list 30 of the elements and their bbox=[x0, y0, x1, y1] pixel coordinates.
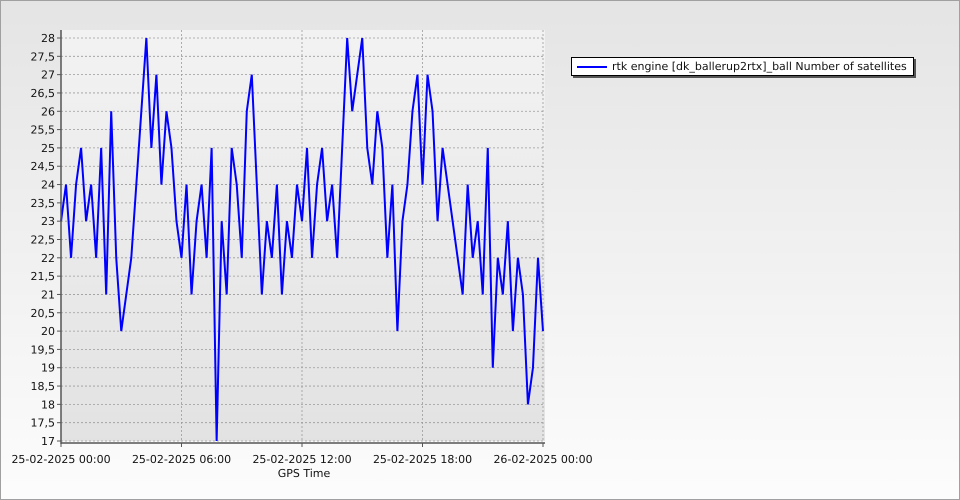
y-tick-label: 26 bbox=[41, 105, 55, 118]
y-tick-label: 17,5 bbox=[30, 416, 55, 430]
y-tick-label: 22 bbox=[41, 252, 55, 265]
x-tick-label: 25-02-2025 12:00 bbox=[252, 453, 352, 466]
y-tick-label: 18,5 bbox=[30, 380, 55, 394]
y-tick-label: 26,5 bbox=[30, 86, 55, 100]
x-tick-label: 25-02-2025 06:00 bbox=[132, 453, 232, 466]
y-tick-label: 18 bbox=[41, 398, 55, 412]
y-tick-label: 28 bbox=[41, 32, 55, 45]
y-tick-label: 19 bbox=[41, 362, 55, 375]
y-tick-label: 20 bbox=[41, 325, 55, 338]
y-tick-label: 25,5 bbox=[30, 124, 55, 137]
legend-label: rtk engine [dk_ballerup2rtx]_ball Number of satellites bbox=[612, 60, 907, 73]
y-tick-label: 24 bbox=[41, 178, 55, 192]
y-tick-label: 20,5 bbox=[30, 306, 55, 320]
y-tick-label: 25 bbox=[41, 142, 55, 155]
y-tick-label: 27 bbox=[41, 68, 55, 82]
x-tick-label: 25-02-2025 18:00 bbox=[372, 453, 472, 466]
y-tick-label: 23,5 bbox=[30, 196, 55, 210]
y-tick-label: 23 bbox=[41, 215, 55, 228]
y-tick-label: 17 bbox=[41, 435, 55, 448]
axis-title: GPS Time bbox=[278, 467, 330, 480]
x-tick-label: 26-02-2025 00:00 bbox=[493, 453, 593, 466]
y-tick-label: 22,5 bbox=[30, 234, 55, 246]
y-tick-label: 21 bbox=[41, 288, 55, 302]
y-tick-label: 24,5 bbox=[30, 160, 55, 174]
y-tick-label: 19,5 bbox=[30, 343, 55, 356]
x-tick-label: 25-02-2025 00:00 bbox=[11, 453, 111, 466]
y-tick-label: 21,5 bbox=[30, 270, 55, 284]
y-tick-label: 27,5 bbox=[30, 50, 55, 64]
